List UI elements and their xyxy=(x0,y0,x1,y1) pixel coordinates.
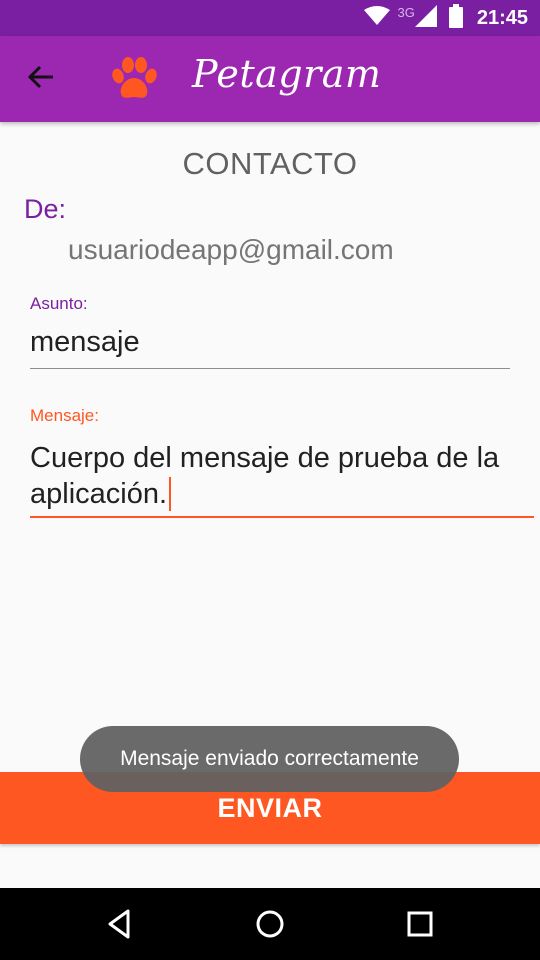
paw-icon xyxy=(110,56,158,102)
from-label: De: xyxy=(24,194,67,224)
page-title: CONTACTO xyxy=(182,146,358,181)
nav-back-icon[interactable] xyxy=(102,906,138,942)
app-toolbar: Petagram xyxy=(0,36,540,122)
navigation-bar xyxy=(0,888,540,960)
message-field[interactable]: Cuerpo del mensaje de prueba de la aplic… xyxy=(30,440,534,518)
back-button[interactable] xyxy=(20,58,62,100)
nav-home-icon[interactable] xyxy=(252,906,288,942)
network-type: 3G xyxy=(397,4,415,20)
status-time: 21:45 xyxy=(476,6,528,29)
message-value: Cuerpo del mensaje de prueba de la aplic… xyxy=(30,442,500,510)
message-label: Mensaje: xyxy=(30,406,99,425)
subject-label: Asunto: xyxy=(30,294,88,313)
from-email: usuariodeapp@gmail.com xyxy=(68,234,394,265)
text-cursor xyxy=(169,477,172,511)
status-bar: 3G 21:45 xyxy=(0,0,540,36)
status-icons: 3G 21:45 xyxy=(363,0,528,36)
battery-icon xyxy=(448,3,463,33)
arrow-back-icon xyxy=(27,65,55,94)
toast-message: Mensaje enviado correctamente xyxy=(80,726,459,792)
signal-icon xyxy=(414,4,437,32)
subject-value: mensaje xyxy=(30,326,140,358)
wifi-icon xyxy=(363,5,390,31)
nav-recents-icon[interactable] xyxy=(402,906,438,942)
subject-field[interactable]: mensaje xyxy=(30,326,510,369)
app-title: Petagram xyxy=(192,52,382,96)
